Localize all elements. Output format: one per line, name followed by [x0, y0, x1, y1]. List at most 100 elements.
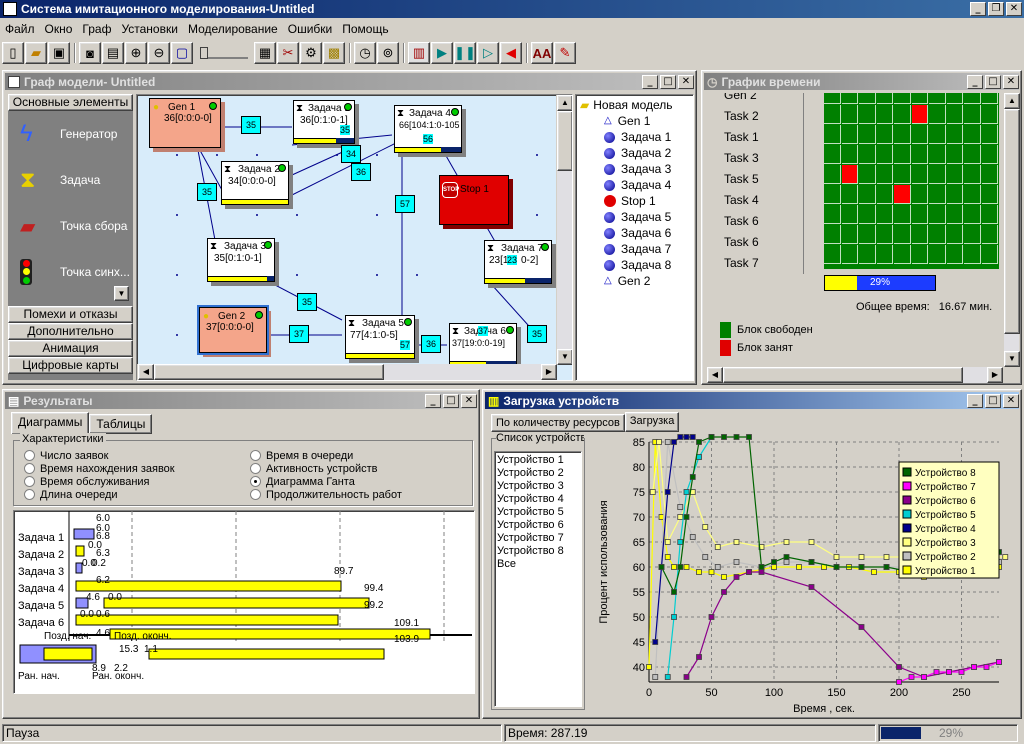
scroll-thumb[interactable] — [723, 367, 963, 383]
node-task-5[interactable]: ⧗ Задача 5 77[4:1:0-5] 57 — [345, 315, 415, 359]
node-task-2[interactable]: ⧗ Задача 2 34[0:0:0-0] — [221, 161, 289, 205]
device-item[interactable]: Устройство 6 — [495, 519, 581, 532]
camera-icon[interactable]: ◙ — [79, 42, 101, 64]
radio-activity[interactable]: Активность устройств — [250, 462, 402, 475]
zoom-in-icon[interactable]: ⊕ — [125, 42, 147, 64]
scroll-up-icon[interactable]: ▲ — [557, 95, 572, 111]
pen-icon[interactable]: ✎ — [554, 42, 576, 64]
minimize-icon[interactable]: _ — [967, 393, 983, 408]
device-item[interactable]: Устройство 4 — [495, 493, 581, 506]
palette-section-extra[interactable]: Дополнительно — [8, 323, 133, 340]
palette-scroll-down-icon[interactable]: ▼ — [114, 286, 129, 301]
lock-icon[interactable]: ⊚ — [377, 42, 399, 64]
menu-errors[interactable]: Ошибки — [288, 22, 333, 36]
tree-item[interactable]: Задача 4 — [580, 177, 689, 193]
device-item[interactable]: Устройство 5 — [495, 506, 581, 519]
node-task-3[interactable]: ⧗ Задача 3 35[0:1:0-1] — [207, 238, 275, 282]
scroll-right-icon[interactable]: ▶ — [541, 364, 557, 380]
palette-item-collect[interactable]: ▰ Точка сбора — [8, 203, 133, 249]
palette-section-noise[interactable]: Помехи и отказы — [8, 306, 133, 323]
tree-item[interactable]: Задача 3 — [580, 161, 689, 177]
node-gen-2[interactable]: ● Gen 2 37[0:0:0-0] — [197, 305, 269, 355]
scroll-left-icon[interactable]: ◀ — [707, 367, 723, 383]
tree-root[interactable]: ▰ Новая модель — [580, 97, 689, 113]
device-item[interactable]: Устройство 8 — [495, 545, 581, 558]
radio-duration[interactable]: Продолжительность работ — [250, 488, 402, 501]
close-icon[interactable]: ✕ — [678, 74, 694, 89]
scroll-right-icon[interactable]: ▶ — [987, 367, 1003, 383]
node-task-7[interactable]: ⧗ Задача 7 23[1 23 0-2] — [484, 240, 552, 284]
zoom-out-icon[interactable]: ⊖ — [148, 42, 170, 64]
tree-item[interactable]: Stop 1 — [580, 193, 689, 209]
node-task-6[interactable]: ⧗ Задача 6 37 37[19:0:0-19] — [449, 323, 517, 367]
device-list[interactable]: Устройство 1 Устройство 2 Устройство 3 У… — [494, 451, 582, 707]
tree-item[interactable]: Задача 2 — [580, 145, 689, 161]
node-gen-1[interactable]: ● Gen 1 36[0:0:0-0] — [149, 98, 221, 148]
menu-window[interactable]: Окно — [45, 22, 73, 36]
new-icon[interactable]: ▯ — [2, 42, 24, 64]
tree-item[interactable]: △ Gen 2 — [580, 273, 689, 289]
minimize-icon[interactable]: _ — [642, 74, 658, 89]
font-icon[interactable]: AA — [531, 42, 553, 64]
close-icon[interactable]: ✕ — [1003, 74, 1019, 89]
print-icon[interactable]: ▤ — [102, 42, 124, 64]
palette-header[interactable]: Основные элементы — [8, 94, 133, 111]
time-hscroll[interactable]: ◀ ▶ — [706, 367, 1003, 383]
pause-icon[interactable]: ❚❚ — [454, 42, 476, 64]
radio-service-time[interactable]: Время обслуживания — [24, 475, 175, 488]
node-stop-1[interactable]: STOP Stop 1 — [439, 175, 509, 225]
scroll-thumb[interactable] — [154, 364, 384, 380]
scroll-up-icon[interactable]: ▲ — [1004, 93, 1020, 109]
device-item[interactable]: Устройство 3 — [495, 480, 581, 493]
radio-queue-length[interactable]: Длина очереди — [24, 488, 175, 501]
maximize-icon[interactable]: □ — [985, 74, 1001, 89]
scroll-thumb[interactable] — [1004, 109, 1020, 334]
radio-stay-time[interactable]: Время нахождения заявок — [24, 462, 175, 475]
graph-hscroll[interactable]: ◀ ▶ — [137, 364, 557, 380]
close-icon[interactable]: ✕ — [461, 393, 477, 408]
radio-queue-time[interactable]: Время в очереди — [250, 449, 402, 462]
palette-section-maps[interactable]: Цифровые карты — [8, 357, 133, 374]
close-icon[interactable]: ✕ — [1003, 393, 1019, 408]
scroll-thumb[interactable] — [557, 111, 572, 171]
menu-modeling[interactable]: Моделирование — [188, 22, 278, 36]
tree-item[interactable]: Задача 6 — [580, 225, 689, 241]
scroll-down-icon[interactable]: ▼ — [557, 349, 572, 365]
node-task-4[interactable]: ⧗ Задача 4 66[104:1:0-105 56 — [394, 105, 462, 153]
box-icon[interactable]: ▩ — [323, 42, 345, 64]
device-item[interactable]: Все — [495, 558, 581, 571]
back-arrow-icon[interactable]: ◀ — [500, 42, 522, 64]
save-icon[interactable]: ▣ — [48, 42, 70, 64]
graph-vscroll[interactable]: ▲ ▼ — [556, 95, 572, 365]
tree-item[interactable]: Задача 8 — [580, 257, 689, 273]
tree-item[interactable]: Задача 1 — [580, 129, 689, 145]
scroll-left-icon[interactable]: ◀ — [138, 364, 154, 380]
radio-count[interactable]: Число заявок — [24, 449, 175, 462]
tab-diagrams[interactable]: Диаграммы — [11, 412, 90, 434]
palette-section-animation[interactable]: Анимация — [8, 340, 133, 357]
palette-item-generator[interactable]: ϟ Генератор — [8, 111, 133, 157]
maximize-icon[interactable]: □ — [660, 74, 676, 89]
minimize-icon[interactable]: _ — [967, 74, 983, 89]
palette-item-task[interactable]: ⧗ Задача — [8, 157, 133, 203]
menu-help[interactable]: Помощь — [342, 22, 388, 36]
play-icon[interactable]: ▶ — [431, 42, 453, 64]
calc-icon[interactable]: ▦ — [254, 42, 276, 64]
tab-by-resources[interactable]: По количеству ресурсов — [491, 414, 625, 432]
zoom-slider[interactable] — [200, 47, 248, 59]
tab-tables[interactable]: Таблицы — [89, 414, 153, 434]
results-hscroll[interactable] — [7, 698, 477, 714]
close-icon[interactable]: ✕ — [1006, 2, 1022, 16]
tree-item[interactable]: Задача 5 — [580, 209, 689, 225]
run-chart-icon[interactable]: ▥ — [408, 42, 430, 64]
menu-graph[interactable]: Граф — [82, 22, 111, 36]
tree-item[interactable]: Задача 7 — [580, 241, 689, 257]
fit-icon[interactable]: ▢ — [171, 42, 193, 64]
timer-icon[interactable]: ◷ — [354, 42, 376, 64]
menu-file[interactable]: Файл — [5, 22, 35, 36]
maximize-icon[interactable]: □ — [985, 393, 1001, 408]
model-tree[interactable]: ▰ Новая модель △ Gen 1 Задача 1 Задача 2 З… — [575, 94, 694, 381]
tools-icon[interactable]: ✂ — [277, 42, 299, 64]
open-icon[interactable]: ▰ — [25, 42, 47, 64]
device-item[interactable]: Устройство 2 — [495, 467, 581, 480]
